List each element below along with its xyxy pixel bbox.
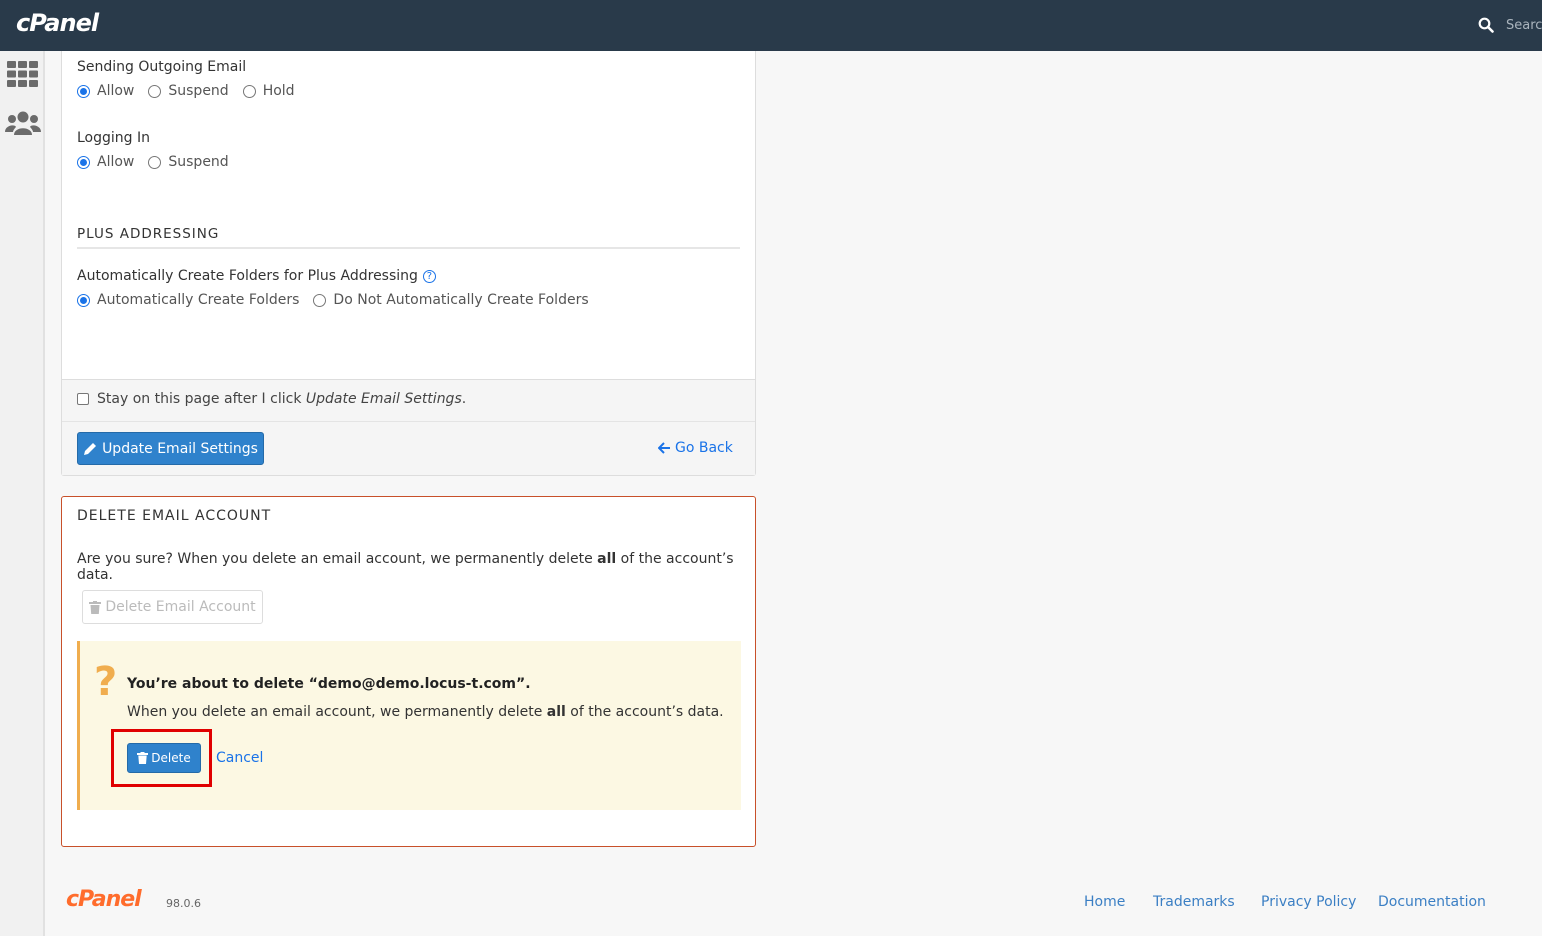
login-suspend-option[interactable]: Suspend	[148, 154, 229, 170]
confirm-text: When you delete an email account, we per…	[127, 704, 724, 720]
delete-section-title: DELETE EMAIL ACCOUNT	[77, 508, 272, 524]
panel-footer: Stay on this page after I click Update E…	[62, 379, 755, 475]
sending-outgoing-options: Allow Suspend Hold	[77, 83, 295, 99]
sending-allow-option[interactable]: Allow	[77, 83, 134, 99]
grid-icon[interactable]	[7, 61, 38, 87]
email-settings-panel: Sending Outgoing Email Allow Suspend Hol…	[61, 51, 756, 476]
logging-in-label: Logging In	[77, 130, 150, 146]
sending-outgoing-label: Sending Outgoing Email	[77, 59, 247, 75]
stay-on-page-row[interactable]: Stay on this page after I click Update E…	[77, 391, 466, 407]
delete-email-account-label: Delete Email Account	[105, 599, 256, 615]
version-number: 98.0.6	[166, 897, 201, 910]
arrow-left-icon	[658, 442, 670, 454]
footer-link-trademarks[interactable]: Trademarks	[1153, 894, 1235, 910]
stay-on-page-emphasis: Update Email Settings	[305, 391, 462, 407]
plus-addressing-label-row: Automatically Create Folders for Plus Ad…	[77, 268, 436, 284]
trash-icon	[137, 752, 149, 764]
auto-create-label: Automatically Create Folders	[97, 292, 300, 308]
question-icon: ?	[94, 659, 118, 705]
go-back-label: Go Back	[675, 440, 733, 456]
sending-suspend-option[interactable]: Suspend	[148, 83, 229, 99]
footer-link-home[interactable]: Home	[1084, 894, 1125, 910]
login-allow-label: Allow	[97, 154, 135, 170]
no-auto-create-option[interactable]: Do Not Automatically Create Folders	[313, 292, 589, 308]
sending-allow-radio[interactable]	[77, 84, 90, 98]
plus-addressing-options: Automatically Create Folders Do Not Auto…	[77, 292, 589, 308]
help-icon[interactable]: ?	[422, 270, 436, 283]
cpanel-logo[interactable]: cPanel	[16, 9, 99, 37]
login-allow-radio[interactable]	[77, 155, 90, 169]
sending-suspend-radio[interactable]	[148, 84, 162, 98]
logging-in-options: Allow Suspend	[77, 154, 229, 170]
delete-warning-prefix: Are you sure? When you delete an email a…	[77, 551, 598, 567]
update-email-settings-button[interactable]: Update Email Settings	[77, 432, 264, 465]
users-icon[interactable]	[5, 110, 41, 136]
sending-hold-label: Hold	[262, 83, 295, 99]
plus-addressing-heading: PLUS ADDRESSING	[77, 226, 740, 249]
search-box[interactable]	[1478, 15, 1542, 35]
confirm-text-bold: all	[546, 704, 566, 720]
sending-allow-label: Allow	[97, 83, 135, 99]
delete-button[interactable]: Delete	[127, 743, 201, 773]
stay-on-page-text: Stay on this page after I click	[97, 391, 306, 407]
delete-email-account-panel: DELETE EMAIL ACCOUNT Are you sure? When …	[61, 496, 756, 847]
sending-hold-option[interactable]: Hold	[242, 83, 295, 99]
go-back-link[interactable]: Go Back	[658, 440, 733, 456]
delete-button-label: Delete	[151, 751, 191, 765]
no-auto-create-radio[interactable]	[313, 293, 327, 307]
sending-hold-radio[interactable]	[242, 84, 256, 98]
footer-link-documentation[interactable]: Documentation	[1378, 894, 1486, 910]
plus-addressing-label: Automatically Create Folders for Plus Ad…	[77, 268, 418, 284]
sending-suspend-label: Suspend	[168, 83, 229, 99]
login-suspend-label: Suspend	[168, 154, 229, 170]
delete-email-account-button: Delete Email Account	[82, 590, 263, 624]
search-icon[interactable]	[1478, 17, 1494, 33]
auto-create-option[interactable]: Automatically Create Folders	[77, 292, 299, 308]
footer-cpanel-logo[interactable]: cPanel	[66, 887, 142, 912]
login-allow-option[interactable]: Allow	[77, 154, 134, 170]
footer-divider	[62, 421, 755, 422]
confirm-text-prefix: When you delete an email account, we per…	[127, 704, 547, 720]
top-navbar: cPanel	[0, 0, 1542, 51]
sidebar	[0, 51, 45, 936]
login-suspend-radio[interactable]	[148, 155, 162, 169]
trash-icon	[89, 600, 102, 614]
footer-link-privacy-policy[interactable]: Privacy Policy	[1261, 894, 1356, 910]
delete-confirm-callout: ? You’re about to delete “demo@demo.locu…	[77, 641, 741, 810]
update-email-settings-label: Update Email Settings	[102, 440, 258, 457]
no-auto-create-label: Do Not Automatically Create Folders	[333, 292, 589, 308]
confirm-title: You’re about to delete “demo@demo.locus-…	[127, 676, 531, 692]
delete-warning-bold: all	[597, 551, 617, 567]
cancel-link[interactable]: Cancel	[216, 750, 263, 766]
stay-on-page-suffix: .	[461, 391, 467, 407]
confirm-text-suffix: of the account’s data.	[565, 704, 724, 720]
pencil-icon	[84, 442, 97, 455]
search-input[interactable]	[1506, 17, 1542, 33]
stay-on-page-checkbox[interactable]	[77, 393, 89, 405]
auto-create-radio[interactable]	[77, 293, 90, 307]
delete-warning-text: Are you sure? When you delete an email a…	[77, 551, 755, 583]
